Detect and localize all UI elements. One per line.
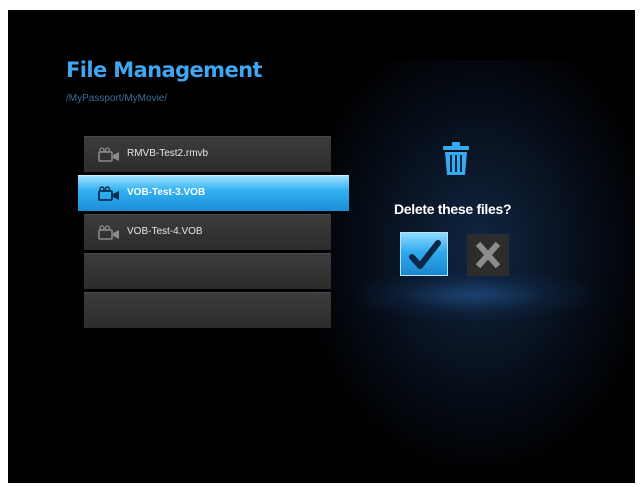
file-list: RMVB-Test2.rmvb VOB-Test-3.VOB VOB-Test-…	[78, 136, 349, 331]
confirm-delete-button[interactable]	[400, 232, 448, 276]
tv-screen: File Management /MyPassport/MyMovie/ RMV…	[8, 10, 635, 483]
list-item-empty	[84, 292, 331, 328]
delete-prompt: Delete these files?	[394, 201, 512, 217]
file-name: RMVB-Test2.rmvb	[127, 148, 209, 159]
x-icon	[475, 241, 501, 269]
video-camera-icon	[98, 186, 119, 201]
file-name: VOB-Test-4.VOB	[127, 226, 203, 237]
page-title: File Management	[66, 58, 262, 82]
cancel-delete-button[interactable]	[467, 234, 509, 276]
list-item-rmvb-test2[interactable]: RMVB-Test2.rmvb	[84, 136, 331, 172]
list-item-vob-test-3[interactable]: VOB-Test-3.VOB	[78, 175, 349, 211]
video-camera-icon	[98, 147, 119, 162]
trash-icon	[443, 142, 469, 175]
breadcrumb-path: /MyPassport/MyMovie/	[66, 93, 168, 104]
dialog-floor-glow	[353, 270, 593, 320]
checkmark-icon	[409, 240, 441, 269]
video-camera-icon	[98, 225, 119, 240]
list-item-vob-test-4[interactable]: VOB-Test-4.VOB	[84, 214, 331, 250]
file-name: VOB-Test-3.VOB	[127, 187, 206, 198]
list-item-empty	[84, 253, 331, 289]
